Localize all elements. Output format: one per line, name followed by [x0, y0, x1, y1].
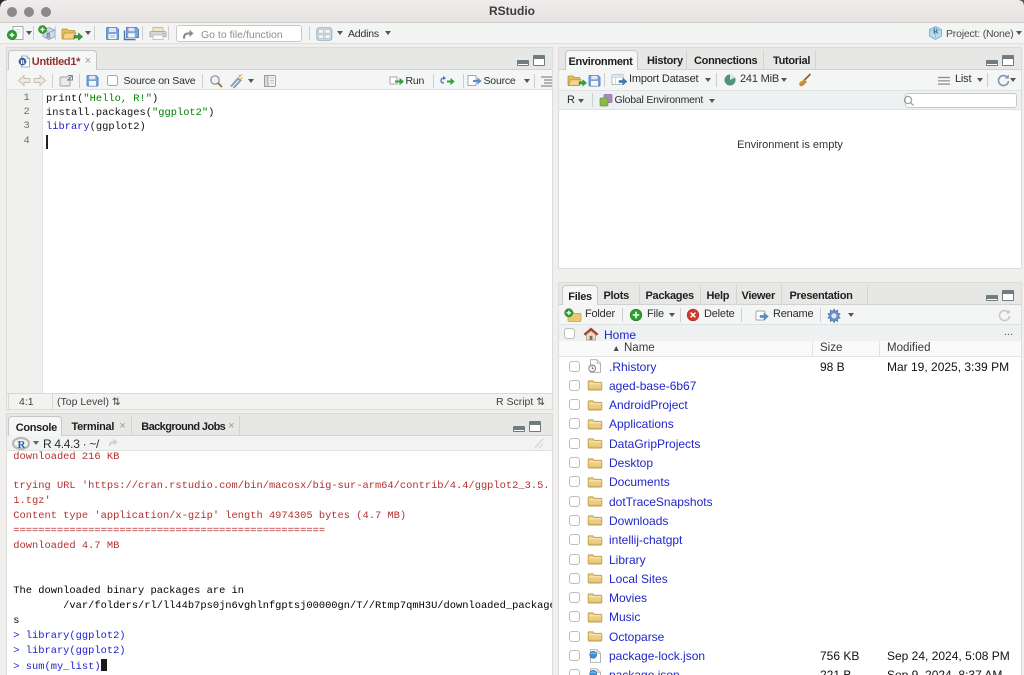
svg-text:R: R [46, 32, 51, 40]
svg-text:R: R [933, 27, 939, 36]
svg-text:R: R [17, 439, 26, 451]
